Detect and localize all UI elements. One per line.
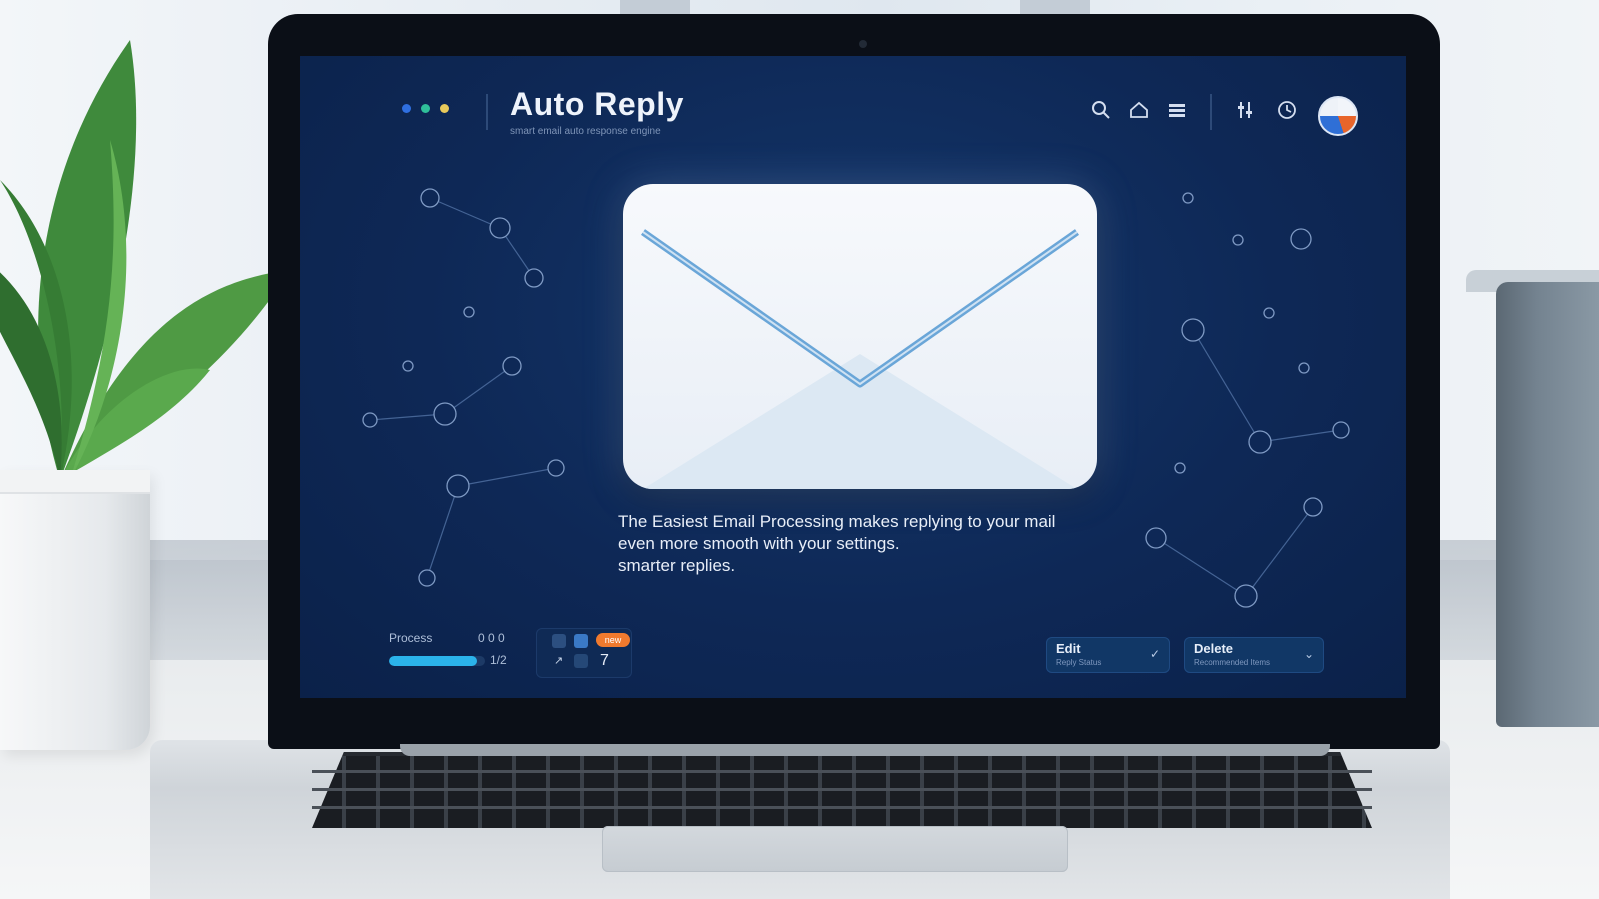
mini-counter: 7 [600, 652, 609, 669]
trackpad [602, 826, 1068, 872]
check-icon: ✓ [1149, 647, 1160, 661]
app-screen: Auto Reply smart email auto response eng… [300, 56, 1406, 698]
keyboard-row [312, 788, 1372, 791]
header-divider [1210, 94, 1212, 130]
delete-dropdown[interactable]: Delete Recommended Items ⌄ [1184, 637, 1324, 673]
mini-status-panel[interactable]: ↗ new 7 [536, 628, 632, 678]
user-avatar[interactable] [1318, 96, 1358, 136]
menu-icon[interactable] [1166, 100, 1188, 122]
edit-dropdown[interactable]: Edit Reply Status ✓ [1046, 637, 1170, 673]
notification-badge: new [596, 633, 630, 647]
app-subtitle: smart email auto response engine [510, 126, 661, 137]
window-control-dot[interactable] [421, 104, 430, 113]
speaker [1496, 282, 1599, 727]
envelope-icon [640, 229, 1080, 489]
window-control-dot[interactable] [402, 104, 411, 113]
progress-value: 0 0 0 [478, 631, 505, 645]
keyboard-row [312, 806, 1372, 809]
dropdown-subtitle: Reply Status [1056, 658, 1102, 667]
window-controls [402, 104, 449, 113]
description-line: even more smooth with your settings. [618, 534, 900, 553]
plant-pot [0, 470, 150, 750]
progress-count: 1/2 [490, 653, 507, 667]
dropdown-title: Delete [1194, 641, 1234, 656]
description-text: The Easiest Email Processing makes reply… [618, 511, 1118, 577]
app-header: Auto Reply smart email auto response eng… [300, 56, 1406, 166]
envelope-illustration [623, 184, 1097, 489]
dropdown-title: Edit [1056, 641, 1081, 656]
keyboard-row [312, 770, 1372, 773]
dropdown-subtitle: Recommended Items [1194, 658, 1271, 667]
search-icon[interactable] [1090, 100, 1112, 122]
progress-bar [389, 656, 485, 666]
description-line: smarter replies. [618, 556, 736, 575]
window-control-dot[interactable] [440, 104, 449, 113]
filter-icon[interactable] [1234, 100, 1256, 122]
clock-icon[interactable] [1276, 100, 1298, 122]
laptop-hinge [400, 744, 1330, 756]
chevron-down-icon: ⌄ [1303, 647, 1314, 661]
progress-bar-fill [389, 656, 478, 666]
plant-leaves [0, 40, 290, 480]
arrow-icon: ↗ [554, 655, 564, 667]
webcam [859, 40, 867, 48]
mini-tile [574, 654, 588, 668]
mini-tile [574, 634, 588, 648]
home-icon[interactable] [1128, 100, 1150, 122]
mini-tile [552, 634, 566, 648]
app-title: Auto Reply [510, 86, 684, 122]
description-line: The Easiest Email Processing makes reply… [618, 512, 1056, 531]
header-divider [486, 94, 488, 130]
progress-label: Process [389, 631, 433, 645]
